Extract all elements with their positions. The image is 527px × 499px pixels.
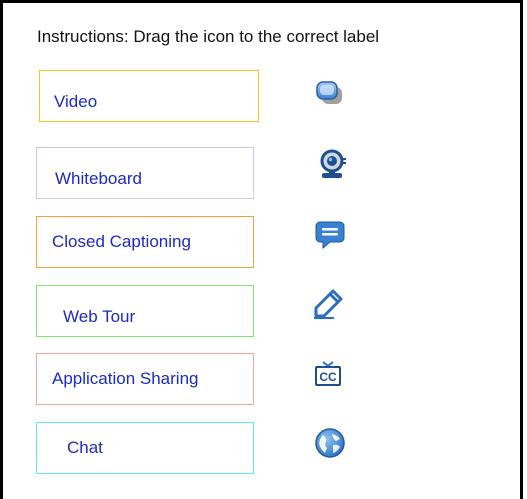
label-whiteboard[interactable]: Whiteboard xyxy=(36,147,254,199)
label-application-sharing[interactable]: Application Sharing xyxy=(36,353,254,405)
closed-caption-icon[interactable]: CC xyxy=(312,357,344,389)
instructions-text: Instructions: Drag the icon to the corre… xyxy=(37,27,380,46)
label-video-text: Video xyxy=(54,92,98,111)
label-chat-text: Chat xyxy=(67,438,103,457)
speech-bubble-icon[interactable] xyxy=(314,219,346,251)
label-closed-captioning[interactable]: Closed Captioning xyxy=(36,216,254,268)
label-whiteboard-text: Whiteboard xyxy=(55,169,142,188)
chat-bubbles-icon[interactable] xyxy=(314,78,346,110)
label-web-tour[interactable]: Web Tour xyxy=(36,285,254,337)
label-chat[interactable]: Chat xyxy=(36,422,254,474)
pencil-icon[interactable] xyxy=(312,288,344,320)
globe-icon[interactable] xyxy=(314,427,346,459)
label-closed-captioning-text: Closed Captioning xyxy=(52,232,191,251)
svg-text:CC: CC xyxy=(319,370,337,384)
label-application-sharing-text: Application Sharing xyxy=(52,369,199,388)
webcam-icon[interactable] xyxy=(316,149,348,181)
label-web-tour-text: Web Tour xyxy=(63,307,136,326)
label-video[interactable]: Video xyxy=(39,70,259,122)
